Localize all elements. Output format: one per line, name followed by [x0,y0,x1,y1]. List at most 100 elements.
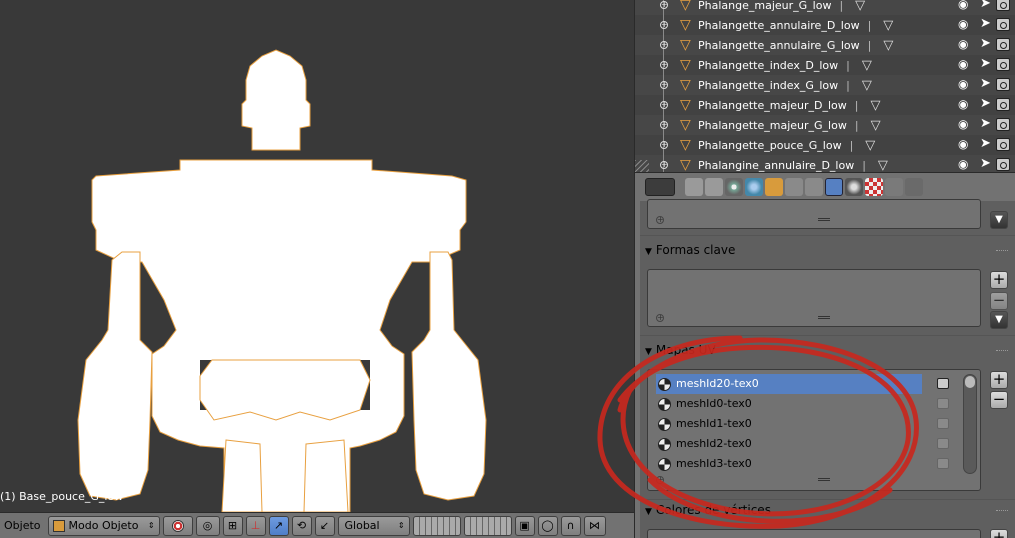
camera-icon[interactable] [937,418,949,429]
camera-icon[interactable] [996,118,1010,131]
tab-object[interactable] [765,178,783,196]
outliner-item-name[interactable]: Phalange_majeur_G_low | ▽ [698,0,865,13]
mode-selector[interactable]: Modo Objeto ⇕ [47,515,160,536]
expand-plus-icon[interactable]: + [660,121,668,129]
layer-grid-1[interactable] [412,515,461,536]
tab-modifiers[interactable] [805,178,823,196]
cursor-icon[interactable]: ➤ [980,76,991,91]
panel-drag-handle[interactable] [996,350,1008,353]
mesh-data-icon[interactable]: ▽ [878,158,888,172]
cursor-icon[interactable]: ➤ [980,36,991,51]
outliner-row[interactable]: + ▽ Phalangine_annulaire_D_low | ▽ ◉ ➤ [635,155,1015,172]
camera-icon[interactable] [996,158,1010,171]
outliner-item-name[interactable]: Phalangette_index_D_low | ▽ [698,58,872,73]
outliner-item-name[interactable]: Phalangette_majeur_G_low | ▽ [698,118,881,133]
camera-icon[interactable] [996,138,1010,151]
mesh-data-icon[interactable]: ▽ [862,78,872,93]
expand-plus-icon[interactable]: + [660,61,668,69]
uv-list-scrollbar[interactable] [963,374,977,474]
expand-plus-icon[interactable]: + [660,21,668,29]
tab-constraints[interactable] [785,178,803,196]
camera-icon[interactable] [937,438,949,449]
shape-key-specials-button[interactable]: ▼ [990,311,1008,329]
add-vertex-color-button[interactable]: + [990,529,1008,538]
outliner-panel[interactable]: + ▽ Phalange_majeur_G_low | ▽ ◉ ➤ + ▽ Phalangette… [634,0,1015,172]
eye-icon[interactable]: ◉ [958,97,968,111]
camera-icon[interactable] [937,398,949,409]
expand-plus-icon[interactable]: + [660,141,668,149]
outliner-item-name[interactable]: Phalangette_annulaire_G_low | ▽ [698,38,893,53]
lock-layer-button[interactable]: ▣ [514,515,535,536]
manipulator-toggle[interactable]: ⊥ [245,515,266,536]
shape-keys-list[interactable]: + [647,269,981,327]
camera-icon[interactable] [996,98,1010,111]
object-menu[interactable]: Objeto [0,519,45,532]
scrollbar-thumb[interactable] [965,376,975,388]
mesh-data-icon[interactable]: ▽ [871,118,881,133]
translate-button[interactable]: ↗ [268,515,289,536]
panel-drag-handle[interactable] [996,250,1008,253]
eye-icon[interactable]: ◉ [958,157,968,171]
orientation-selector[interactable]: Global ⇕ [337,515,410,536]
tab-scene[interactable] [725,178,743,196]
eye-icon[interactable]: ◉ [958,0,968,11]
cursor-icon[interactable]: ➤ [980,16,991,31]
camera-icon[interactable] [996,38,1010,51]
outliner-item-name[interactable]: Phalangette_majeur_D_low | ▽ [698,98,881,113]
rotate-button[interactable]: ⟲ [291,515,312,536]
eye-icon[interactable]: ◉ [958,77,968,91]
outliner-row[interactable]: + ▽ Phalangette_majeur_G_low | ▽ ◉ ➤ [635,115,1015,135]
tab-physics[interactable] [905,178,923,196]
specials-menu-button[interactable]: ▼ [990,211,1008,229]
eye-icon[interactable]: ◉ [958,57,968,71]
expand-plus-icon[interactable]: + [660,101,668,109]
snap-button[interactable]: ⊞ [222,515,243,536]
editor-type-button[interactable] [645,178,675,196]
mesh-data-icon[interactable]: ▽ [865,138,875,153]
outliner-row[interactable]: + ▽ Phalangette_majeur_D_low | ▽ ◉ ➤ [635,95,1015,115]
camera-icon[interactable] [996,0,1010,11]
outliner-item-name[interactable]: Phalangette_index_G_low | ▽ [698,78,872,93]
tab-render[interactable] [685,178,703,196]
mesh-data-icon[interactable]: ▽ [855,0,865,13]
outliner-item-name[interactable]: Phalangette_annulaire_D_low | ▽ [698,18,893,33]
pivot-button[interactable]: ◎ [195,515,220,536]
mesh-data-icon[interactable]: ▽ [862,58,872,73]
layer-grid-2[interactable] [463,515,512,536]
tab-render-layers[interactable] [705,178,723,196]
cursor-icon[interactable]: ➤ [980,96,991,111]
camera-icon[interactable] [996,58,1010,71]
outliner-row[interactable]: + ▽ Phalangette_index_D_low | ▽ ◉ ➤ [635,55,1015,75]
cursor-icon[interactable]: ➤ [980,156,991,171]
tab-material[interactable] [845,178,863,196]
expand-plus-icon[interactable]: + [660,161,668,169]
expand-plus-icon[interactable]: + [660,81,668,89]
list-resize-grip[interactable] [818,316,830,319]
scale-button[interactable]: ↙ [314,515,335,536]
vertex-groups-list[interactable]: + [647,199,981,229]
outliner-item-name[interactable]: Phalangette_pouce_G_low | ▽ [698,138,875,153]
expand-plus-icon[interactable]: + [660,1,668,9]
camera-icon[interactable] [996,18,1010,31]
add-shape-key-button[interactable]: + [990,271,1008,289]
tab-particles[interactable] [885,178,903,196]
snap-magnet-button[interactable]: ∩ [560,515,581,536]
remove-uv-map-button[interactable]: − [990,391,1008,409]
cursor-icon[interactable]: ➤ [980,56,991,71]
camera-icon[interactable] [937,378,949,389]
panel-header-shape-keys[interactable]: ▼ Formas clave [645,239,1015,261]
cursor-icon[interactable]: ➤ [980,136,991,151]
panel-drag-handle[interactable] [996,510,1008,513]
eye-icon[interactable]: ◉ [958,117,968,131]
outliner-row[interactable]: + ▽ Phalangette_annulaire_D_low | ▽ ◉ ➤ [635,15,1015,35]
outliner-row[interactable]: + ▽ Phalangette_annulaire_G_low | ▽ ◉ ➤ [635,35,1015,55]
tab-texture[interactable] [865,178,883,196]
tab-data[interactable] [825,178,843,196]
outliner-row[interactable]: + ▽ Phalangette_pouce_G_low | ▽ ◉ ➤ [635,135,1015,155]
eye-icon[interactable]: ◉ [958,37,968,51]
remove-shape-key-button[interactable]: − [990,292,1008,310]
mesh-data-icon[interactable]: ▽ [883,18,893,33]
camera-icon[interactable] [996,78,1010,91]
list-resize-grip[interactable] [818,218,830,221]
camera-icon[interactable] [937,458,949,469]
